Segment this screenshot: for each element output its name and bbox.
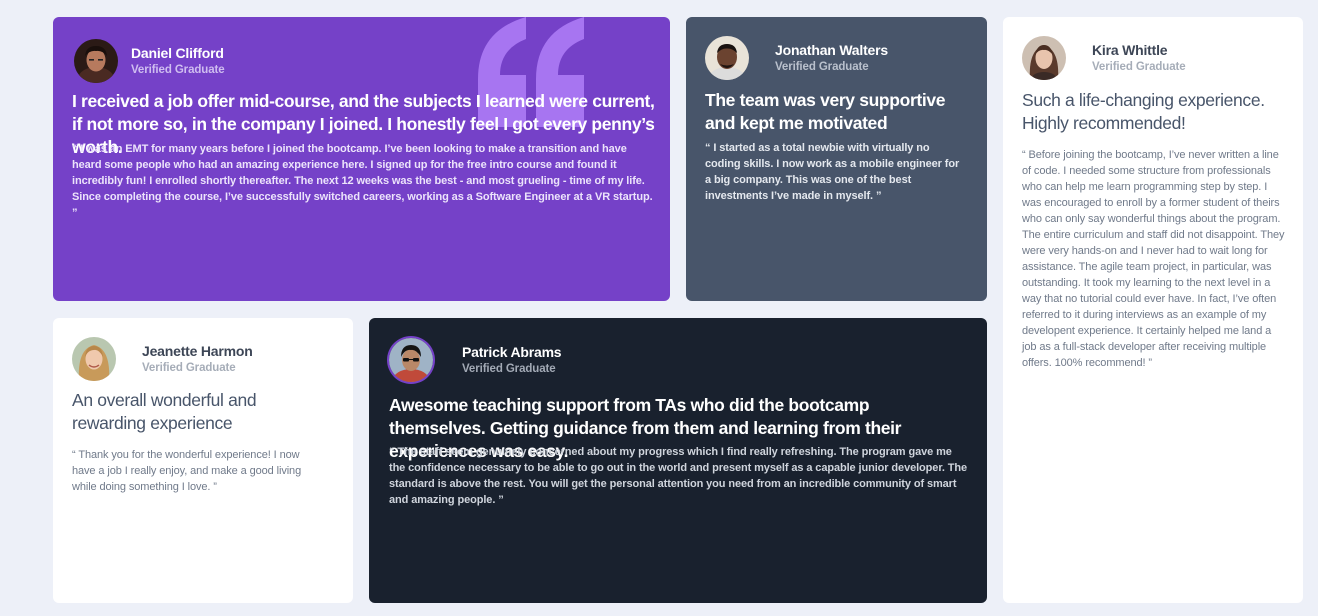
testimonial-headline: An overall wonderful and rewarding exper… xyxy=(72,390,257,433)
avatar xyxy=(389,338,433,382)
testimonial-card-daniel: Daniel Clifford Verified Graduate I rece… xyxy=(53,17,670,301)
author-name: Daniel Clifford xyxy=(131,44,224,61)
testimonial-card-patrick: Patrick Abrams Verified Graduate Awesome… xyxy=(369,318,987,603)
testimonial-quote: “ The staff seem genuinely concerned abo… xyxy=(389,446,968,506)
testimonial-card-kira: Kira Whittle Verified Graduate Such a li… xyxy=(1003,17,1303,603)
testimonial-card-jonathan: Jonathan Walters Verified Graduate The t… xyxy=(686,17,987,301)
author: Daniel Clifford Verified Graduate xyxy=(74,39,225,83)
author-role: Verified Graduate xyxy=(1092,60,1186,73)
avatar xyxy=(72,337,116,381)
avatar xyxy=(74,39,118,83)
author-name: Jeanette Harmon xyxy=(142,342,253,359)
author-role: Verified Graduate xyxy=(142,361,236,374)
author-role: Verified Graduate xyxy=(462,362,556,375)
author-name: Patrick Abrams xyxy=(462,343,562,360)
author: Kira Whittle Verified Graduate xyxy=(1022,36,1186,80)
testimonial-headline: Such a life-changing experience. Highly … xyxy=(1022,90,1265,133)
testimonial-card-jeanette: Jeanette Harmon Verified Graduate An ove… xyxy=(53,318,353,603)
avatar xyxy=(1022,36,1066,80)
author: Jonathan Walters Verified Graduate xyxy=(705,36,888,80)
testimonial-headline: The team was very supportive and kept me… xyxy=(705,90,946,133)
author-role: Verified Graduate xyxy=(131,63,225,76)
avatar xyxy=(705,36,749,80)
author-name: Jonathan Walters xyxy=(775,41,888,58)
testimonial-quote: “ I was an EMT for many years before I j… xyxy=(72,143,653,219)
testimonial-quote: “ I started as a total newbie with virtu… xyxy=(705,142,960,202)
author: Jeanette Harmon Verified Graduate xyxy=(72,337,253,381)
testimonial-quote: “ Thank you for the wonderful experience… xyxy=(72,449,302,493)
author-name: Kira Whittle xyxy=(1092,41,1168,58)
author: Patrick Abrams Verified Graduate xyxy=(389,338,562,382)
author-role: Verified Graduate xyxy=(775,60,869,73)
testimonial-quote: “ Before joining the bootcamp, I’ve neve… xyxy=(1022,149,1285,369)
